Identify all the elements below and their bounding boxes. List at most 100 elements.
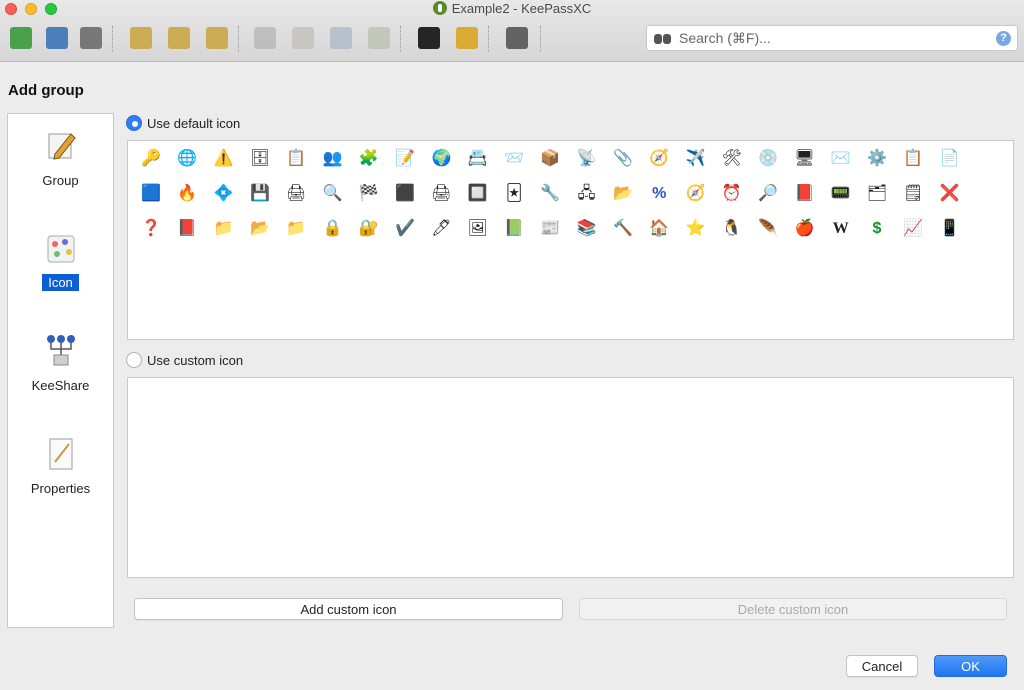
default-icon-0-11[interactable]: 📦 xyxy=(540,150,560,168)
default-icon-2-22[interactable]: 📱 xyxy=(940,220,960,238)
default-icon-1-5[interactable]: 🔍 xyxy=(323,185,343,203)
default-icon-1-4[interactable]: 🖨 xyxy=(286,185,306,203)
sidebar-item-group[interactable]: Group xyxy=(8,128,113,189)
default-icon-1-20[interactable]: 🗂 xyxy=(867,185,887,203)
default-icon-2-2[interactable]: 📁 xyxy=(214,220,234,238)
default-icon-2-15[interactable]: ⭐ xyxy=(686,220,706,238)
password-generator-button[interactable] xyxy=(410,22,448,54)
default-icon-1-8[interactable]: 🖨 xyxy=(431,185,451,203)
use-custom-icon-radio[interactable] xyxy=(126,352,142,368)
default-icon-1-17[interactable]: 🔎 xyxy=(758,185,778,203)
sidebar-item-keeshare[interactable]: KeeShare xyxy=(8,333,113,394)
default-icon-0-3[interactable]: 🗄 xyxy=(250,150,270,168)
default-icon-2-4[interactable]: 📁 xyxy=(286,220,306,238)
default-icon-1-13[interactable]: 📂 xyxy=(613,185,633,203)
default-icon-0-5[interactable]: 👥 xyxy=(323,150,343,168)
default-icon-0-17[interactable]: 💿 xyxy=(758,150,778,168)
default-icon-2-12[interactable]: 📚 xyxy=(577,220,597,238)
open-database-button[interactable] xyxy=(38,22,76,54)
search-help-icon[interactable]: ? xyxy=(996,31,1011,46)
new-database-button[interactable] xyxy=(2,22,40,54)
default-icon-0-14[interactable]: 🧭 xyxy=(649,150,669,168)
default-icon-2-0[interactable]: ❓ xyxy=(141,220,161,238)
copy-password-button[interactable] xyxy=(284,22,322,54)
default-icon-1-6[interactable]: 🏁 xyxy=(359,185,379,203)
default-icon-1-11[interactable]: 🔧 xyxy=(540,185,560,203)
default-icon-0-21[interactable]: 📋 xyxy=(903,150,923,168)
default-icon-0-1[interactable]: 🌐 xyxy=(177,150,197,168)
default-icon-0-20[interactable]: ⚙️ xyxy=(867,150,887,168)
cancel-button[interactable]: Cancel xyxy=(846,655,918,677)
default-icon-1-2[interactable]: 💠 xyxy=(214,185,234,203)
default-icon-1-7[interactable]: ⬛ xyxy=(395,185,415,203)
default-icon-1-15[interactable]: 🧭 xyxy=(686,185,706,203)
default-icon-2-17[interactable]: 🪶 xyxy=(758,220,778,238)
default-icon-1-9[interactable]: 🔲 xyxy=(468,185,488,203)
sidebar-item-icon[interactable]: Icon xyxy=(8,230,113,291)
default-icon-1-0[interactable]: 🟦 xyxy=(141,185,161,203)
default-icon-0-4[interactable]: 📋 xyxy=(286,150,306,168)
open-database-icon xyxy=(46,27,68,49)
use-default-icon-option[interactable]: Use default icon xyxy=(126,115,240,131)
default-icon-1-12[interactable]: 🖧 xyxy=(578,185,596,203)
default-icon-2-16[interactable]: 🐧 xyxy=(722,220,742,238)
default-icon-2-11[interactable]: 📰 xyxy=(540,220,560,238)
default-icon-2-14[interactable]: 🏠 xyxy=(649,220,669,238)
settings-button[interactable] xyxy=(498,22,536,54)
search-input[interactable] xyxy=(677,28,977,48)
save-database-button[interactable] xyxy=(72,22,110,54)
default-icon-1-22[interactable]: ❌ xyxy=(940,185,960,203)
default-icon-1-1[interactable]: 🔥 xyxy=(177,185,197,203)
default-icon-0-12[interactable]: 📡 xyxy=(577,150,597,168)
autotype-button[interactable] xyxy=(360,22,398,54)
default-icon-1-21[interactable]: 🗒 xyxy=(903,185,923,203)
default-icon-0-15[interactable]: ✈️ xyxy=(686,150,706,168)
default-icon-0-18[interactable]: 🖥 xyxy=(794,150,814,168)
delete-entry-button[interactable] xyxy=(198,22,236,54)
copy-url-button[interactable] xyxy=(322,22,360,54)
default-icon-1-19[interactable]: 📟 xyxy=(831,185,851,203)
default-icon-2-18[interactable]: 🍎 xyxy=(794,220,814,238)
add-custom-icon-button[interactable]: Add custom icon xyxy=(134,598,563,620)
copy-username-button[interactable] xyxy=(246,22,284,54)
default-icon-1-14[interactable]: % xyxy=(650,185,668,203)
default-icon-2-5[interactable]: 🔒 xyxy=(323,220,343,238)
default-icon-2-7[interactable]: ✔️ xyxy=(395,220,415,238)
default-icon-2-10[interactable]: 📗 xyxy=(504,220,524,238)
edit-entry-button[interactable] xyxy=(160,22,198,54)
default-icon-1-3[interactable]: 💾 xyxy=(250,185,270,203)
default-icon-0-7[interactable]: 📝 xyxy=(395,150,415,168)
default-icon-0-8[interactable]: 🌍 xyxy=(431,150,451,168)
default-icon-2-13[interactable]: 🔨 xyxy=(613,220,633,238)
toolbar-separator xyxy=(540,26,541,52)
use-default-icon-radio[interactable] xyxy=(126,115,142,131)
sidebar-item-properties[interactable]: Properties xyxy=(8,436,113,497)
default-icon-2-8[interactable]: 🖊 xyxy=(431,220,451,238)
default-icon-2-20[interactable]: $ xyxy=(868,220,886,238)
default-icon-1-10[interactable]: 🃏 xyxy=(505,185,523,203)
default-icon-0-9[interactable]: 📇 xyxy=(468,150,488,168)
use-custom-icon-option[interactable]: Use custom icon xyxy=(126,352,243,368)
default-icon-2-6[interactable]: 🔐 xyxy=(359,220,379,238)
search-box[interactable]: ? xyxy=(646,25,1018,51)
default-icon-0-16[interactable]: 🛠 xyxy=(722,150,742,168)
default-icon-1-16[interactable]: ⏰ xyxy=(722,185,742,203)
default-icon-0-13[interactable]: 📎 xyxy=(613,150,633,168)
default-icon-0-6[interactable]: 🧩 xyxy=(359,150,379,168)
sidebar-item-label: Icon xyxy=(42,274,79,291)
lock-database-button[interactable] xyxy=(448,22,486,54)
add-entry-button[interactable] xyxy=(122,22,160,54)
default-icon-0-19[interactable]: ✉️ xyxy=(831,150,851,168)
default-icon-2-21[interactable]: 📈 xyxy=(903,220,923,238)
default-icon-1-18[interactable]: 📕 xyxy=(794,185,814,203)
default-icon-2-9[interactable]: 🖼 xyxy=(468,220,488,238)
default-icon-2-19[interactable]: W xyxy=(832,220,850,238)
default-icon-0-22[interactable]: 📄 xyxy=(940,150,960,168)
default-icon-2-3[interactable]: 📂 xyxy=(250,220,270,238)
default-icon-0-0[interactable]: 🔑 xyxy=(141,150,161,168)
delete-custom-icon-button[interactable]: Delete custom icon xyxy=(579,598,1007,620)
ok-button[interactable]: OK xyxy=(934,655,1007,677)
default-icon-0-2[interactable]: ⚠️ xyxy=(214,150,234,168)
default-icon-2-1[interactable]: 📕 xyxy=(177,220,197,238)
default-icon-0-10[interactable]: 📨 xyxy=(504,150,524,168)
